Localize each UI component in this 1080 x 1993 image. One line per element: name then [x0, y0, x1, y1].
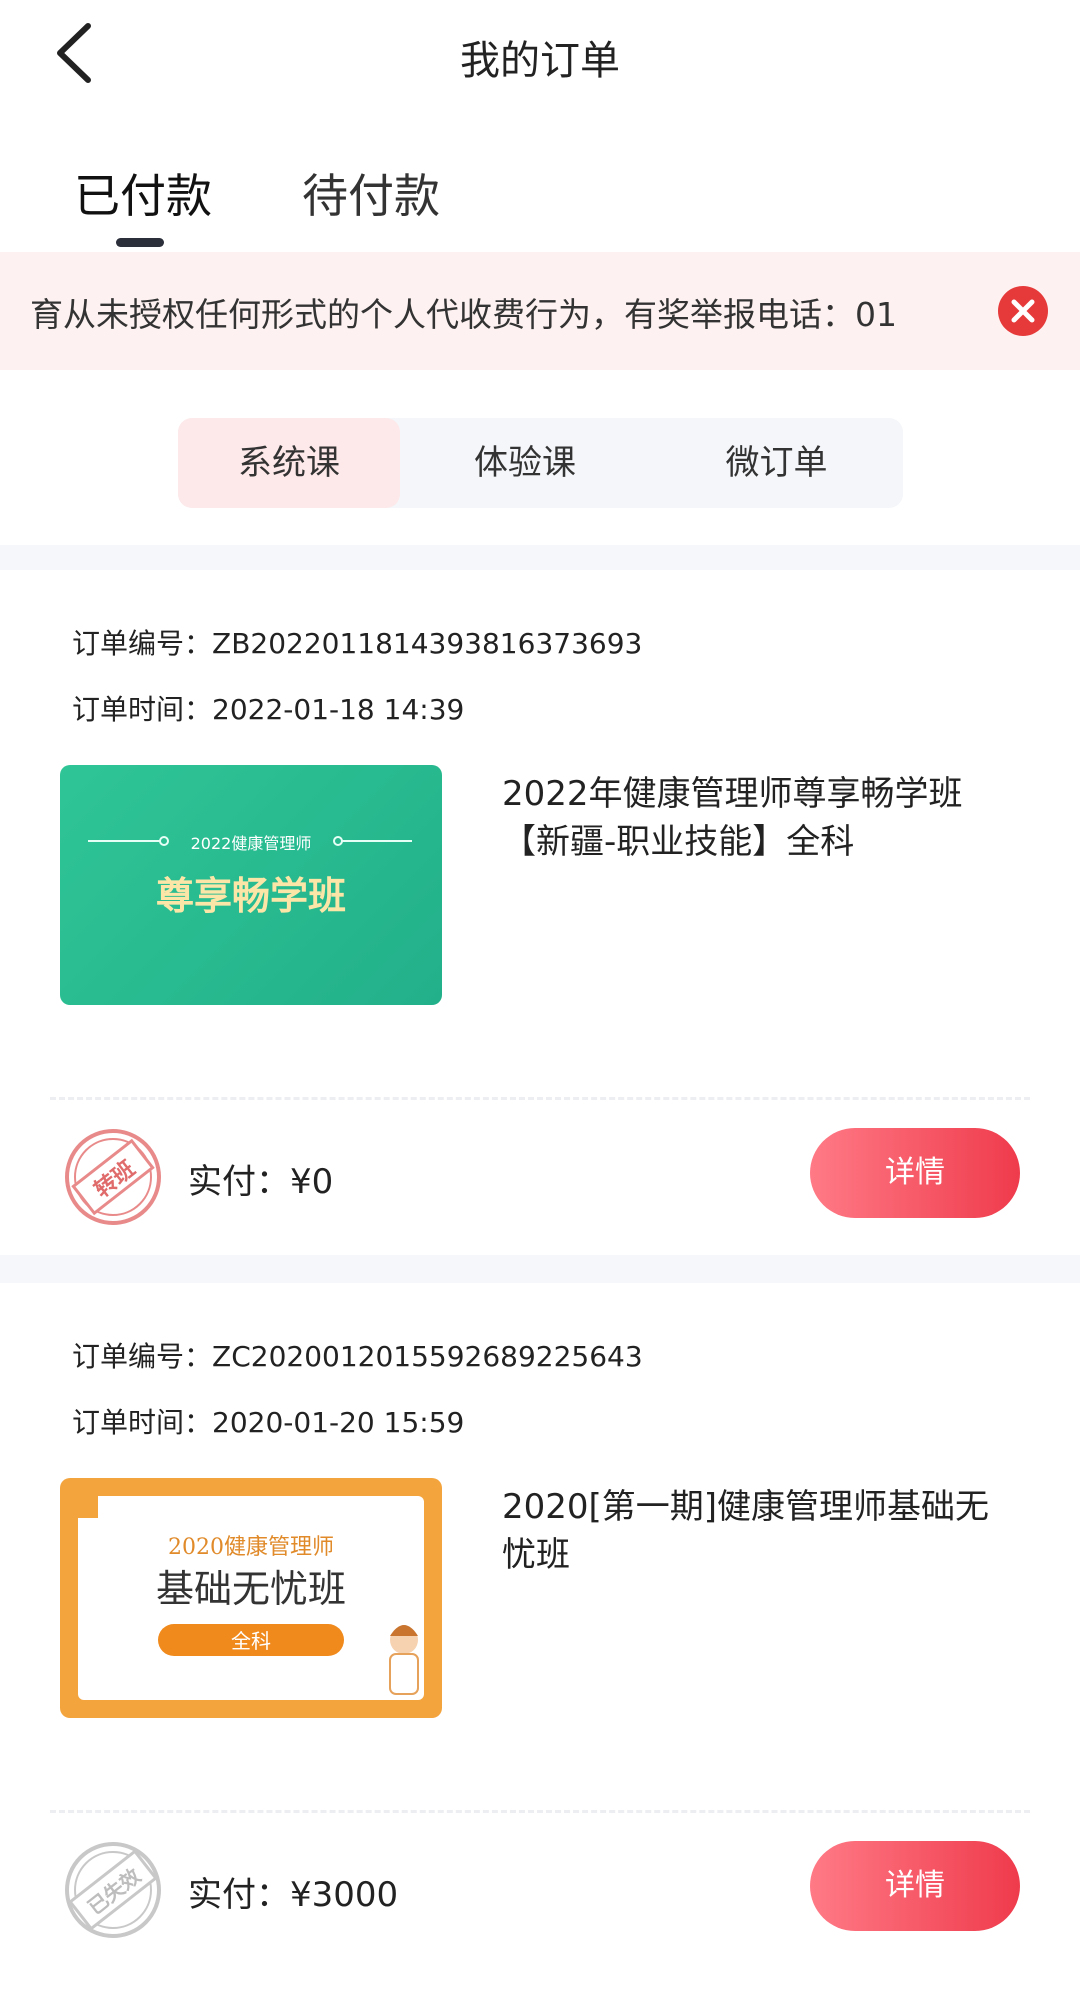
- order-status-tabs: 已付款 待付款: [0, 150, 1080, 250]
- section-divider: [0, 1255, 1080, 1283]
- thumb-title: 尊享畅学班: [156, 874, 346, 918]
- order-number-value: ZB2022011814393816373693: [212, 627, 643, 660]
- paid-amount-label: 实付：: [188, 1162, 290, 1202]
- thumb-caption: 2022健康管理师: [191, 834, 312, 853]
- course-title[interactable]: 2022年健康管理师尊享畅学班【新疆-职业技能】全科: [502, 770, 1022, 866]
- app-header: 我的订单: [0, 0, 1080, 110]
- paid-amount: 实付：¥3000: [188, 1867, 398, 1916]
- paid-amount-value: ¥0: [290, 1162, 334, 1202]
- expired-stamp-icon: 已失效: [62, 1839, 164, 1941]
- paid-amount-value: ¥3000: [290, 1875, 399, 1915]
- tab-unpaid[interactable]: 待付款: [302, 160, 440, 226]
- thumb-tag: 全科: [231, 1629, 271, 1653]
- section-divider: [0, 545, 1080, 570]
- order-card: 订单编号：ZC2020012015592689225643 订单时间：2020-…: [0, 1283, 1080, 1993]
- paid-amount: 实付：¥0: [188, 1154, 333, 1203]
- close-icon: [1011, 299, 1035, 323]
- paid-amount-label: 实付：: [188, 1875, 290, 1915]
- notice-banner: 育从未授权任何形式的个人代收费行为，有奖举报电话：01: [0, 252, 1080, 370]
- order-time: 订单时间：2022-01-18 14:39: [72, 688, 464, 728]
- course-thumbnail[interactable]: 2022健康管理师 尊享畅学班: [60, 765, 442, 1005]
- details-button[interactable]: 详情: [810, 1128, 1020, 1218]
- details-button[interactable]: 详情: [810, 1841, 1020, 1931]
- order-number-value: ZC2020012015592689225643: [212, 1340, 643, 1373]
- course-title[interactable]: 2020[第一期]健康管理师基础无忧班: [502, 1483, 1022, 1579]
- order-number-label: 订单编号：: [72, 1340, 213, 1373]
- notice-text: 育从未授权任何形式的个人代收费行为，有奖举报电话：01: [30, 295, 897, 334]
- segment-trial-course[interactable]: 体验课: [400, 418, 650, 508]
- notice-close-button[interactable]: [998, 286, 1048, 336]
- dashed-separator: [50, 1097, 1030, 1100]
- order-number: 订单编号：ZB2022011814393816373693: [72, 622, 642, 662]
- course-thumbnail-art: 2020健康管理师 基础无忧班 全科: [78, 1496, 424, 1700]
- thumb-title: 基础无忧班: [156, 1567, 346, 1611]
- segment-micro-order[interactable]: 微订单: [650, 418, 903, 508]
- course-thumbnail-art: 2022健康管理师 尊享畅学班: [88, 834, 412, 918]
- order-time-value: 2020-01-20 15:59: [212, 1406, 465, 1439]
- course-thumbnail[interactable]: 2020健康管理师 基础无忧班 全科: [60, 1478, 442, 1718]
- transfer-stamp-icon: 转班: [62, 1126, 164, 1228]
- course-type-segment: 系统课 体验课 微订单: [178, 418, 903, 508]
- order-number-label: 订单编号：: [72, 627, 213, 660]
- segment-system-course[interactable]: 系统课: [178, 418, 400, 508]
- order-number: 订单编号：ZC2020012015592689225643: [72, 1335, 643, 1375]
- page-title: 我的订单: [460, 38, 620, 84]
- order-time-value: 2022-01-18 14:39: [212, 693, 465, 726]
- order-time: 订单时间：2020-01-20 15:59: [72, 1401, 464, 1441]
- order-time-label: 订单时间：: [72, 693, 213, 726]
- order-time-label: 订单时间：: [72, 1406, 213, 1439]
- dashed-separator: [50, 1810, 1030, 1813]
- active-tab-indicator: [116, 238, 164, 247]
- tab-paid[interactable]: 已付款: [74, 160, 212, 226]
- order-card: 订单编号：ZB2022011814393816373693 订单时间：2022-…: [0, 570, 1080, 1255]
- thumb-caption: 2020健康管理师: [168, 1535, 334, 1560]
